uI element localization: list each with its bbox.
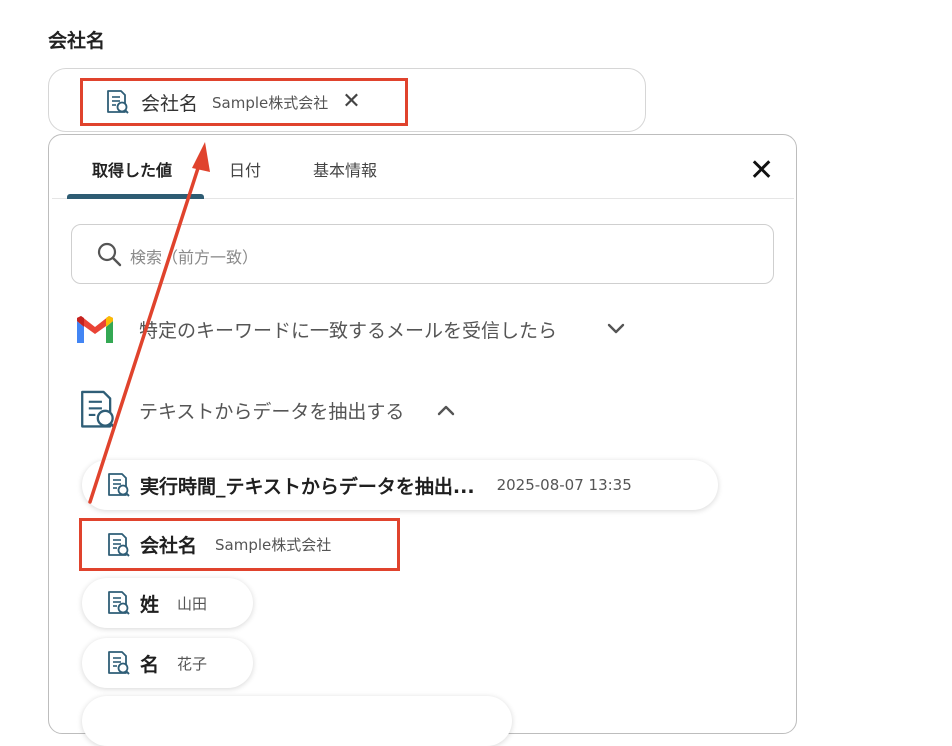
document-search-icon: [104, 589, 132, 617]
item-value: Sample株式会社: [215, 536, 332, 554]
list-item-execution-time[interactable]: 実行時間_テキストからデータを抽出... 2025-08-07 13:35: [82, 460, 718, 510]
document-search-icon: [104, 649, 132, 677]
search-placeholder: 検索（前方一致）: [130, 248, 259, 267]
item-name: 名: [140, 653, 160, 676]
chip-close-icon[interactable]: ✕: [342, 91, 360, 113]
group-title-extract-text[interactable]: テキストからデータを抽出する: [139, 397, 404, 424]
list-item-first-name[interactable]: 名 花子: [82, 638, 253, 688]
selected-chip[interactable]: 会社名 Sample株式会社 ✕: [80, 78, 408, 126]
item-value: 2025-08-07 13:35: [496, 476, 632, 494]
chip-value: Sample株式会社: [212, 93, 329, 112]
item-value: 山田: [177, 594, 208, 613]
document-search-icon: [104, 531, 132, 559]
tab-date[interactable]: 日付: [229, 157, 261, 181]
active-tab-indicator: [67, 194, 204, 199]
group-title-gmail-trigger[interactable]: 特定のキーワードに一致するメールを受信したら: [139, 316, 557, 343]
tab-basic-info[interactable]: 基本情報: [313, 157, 377, 181]
panel-close-icon[interactable]: ✕: [749, 156, 774, 186]
list-item-company-name[interactable]: 会社名 Sample株式会社: [79, 518, 400, 571]
list-item-partial[interactable]: [82, 696, 512, 746]
chip-name: 会社名: [141, 92, 199, 115]
field-label: 会社名: [48, 30, 106, 52]
list-item-last-name[interactable]: 姓 山田: [82, 578, 253, 628]
gmail-icon: [74, 314, 116, 346]
item-value: 花子: [177, 654, 208, 673]
tab-acquired-values[interactable]: 取得した値: [92, 157, 172, 181]
item-name: 実行時間_テキストからデータを抽出...: [140, 475, 475, 498]
item-name: 会社名: [140, 535, 198, 557]
item-name: 姓: [140, 593, 160, 616]
document-search-icon: [103, 88, 131, 116]
document-search-icon: [104, 471, 132, 499]
search-icon: [96, 241, 122, 267]
chevron-down-icon[interactable]: [606, 322, 626, 336]
chevron-up-icon[interactable]: [436, 403, 456, 417]
document-search-icon: [74, 387, 120, 433]
